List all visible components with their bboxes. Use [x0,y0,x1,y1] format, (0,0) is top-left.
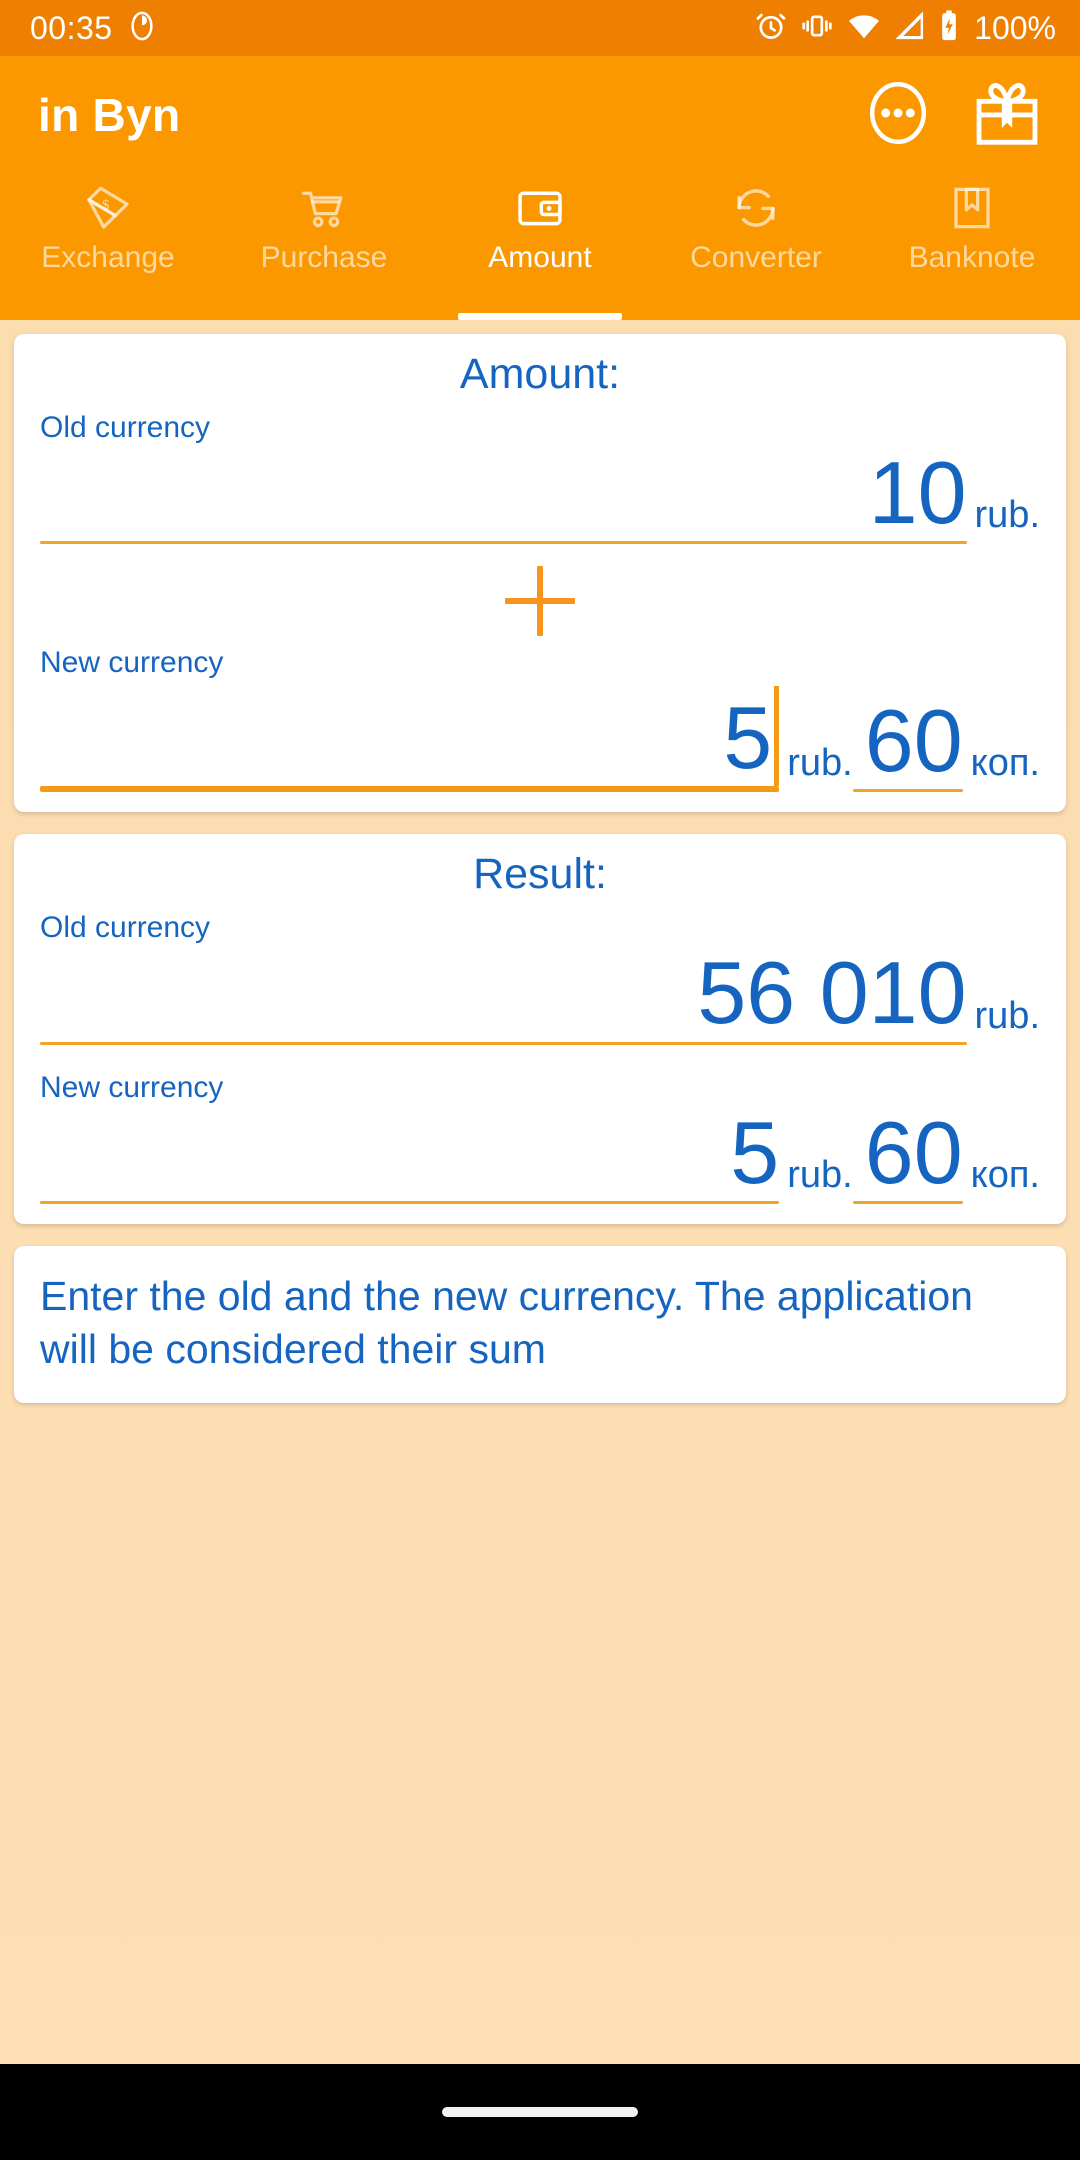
tab-converter[interactable]: Converter [648,174,864,320]
result-card-title: Result: [473,850,607,899]
tab-exchange[interactable]: $ Exchange [0,174,216,320]
tab-bar: $ Exchange Purchase Amount Converter Ban… [0,174,1080,320]
page-title: in Byn [38,89,181,141]
amount-old-currency-label: Old currency [40,411,211,444]
status-bar-left: 00:35 [30,10,157,47]
result-new-rub-field: 5 [40,1102,780,1202]
amount-new-kop-value: 60 [864,691,963,790]
amount-old-input-wrap[interactable]: 10 [40,443,967,545]
tab-label: Converter [690,241,822,274]
amount-new-rub-wrap[interactable]: 5 [40,686,780,793]
main-content: Amount: Old currency 10 rub. New currenc… [0,320,1080,2064]
amount-card: Amount: Old currency 10 rub. New currenc… [14,334,1066,813]
amount-new-currency-row: 5 rub. 60 коп. [40,686,1040,793]
result-old-currency-row: 56 010 rub. [40,943,1040,1045]
amount-card-title: Amount: [459,350,621,398]
amount-new-kop-input[interactable]: 60 [853,691,963,790]
amount-new-rub-unit: rub. [787,742,853,785]
signal-icon [894,10,926,47]
tab-amount[interactable]: Amount [432,174,648,320]
text-cursor [774,686,780,787]
result-new-rub-value: 5 [730,1102,780,1202]
status-bar-right: 100% [754,8,1056,49]
result-new-currency-label: New currency [40,1070,224,1104]
amount-new-kop-wrap[interactable]: 60 [852,691,963,793]
svg-text:$: $ [102,196,110,213]
battery-percent: 100% [974,9,1056,46]
result-new-kop-unit: коп. [970,1154,1040,1197]
hint-card: Enter the old and the new currency. The … [14,1246,1066,1404]
alarm-icon [754,9,788,48]
app-bar-top: in Byn [0,56,1080,174]
result-card: Result: Old currency 56 010 rub. New cur… [14,834,1066,1225]
amount-operator-row [40,544,1040,646]
result-new-currency-row: 5 rub. 60 коп. [40,1102,1040,1205]
bookmark-icon [946,182,998,234]
result-old-unit: rub. [974,994,1040,1037]
amount-new-rub-input[interactable]: 5 [40,686,780,787]
result-new-rub-unit: rub. [787,1154,853,1197]
result-old-underline [40,1041,967,1045]
result-old-value-field: 56 010 [40,943,967,1043]
home-indicator[interactable] [442,2107,638,2117]
tab-label: Banknote [908,241,1036,274]
amount-old-currency-row: 10 rub. [40,443,1040,545]
battery-icon [938,9,960,48]
result-new-rub-underline [40,1201,780,1205]
result-old-currency-label: Old currency [40,911,211,945]
amount-old-value: 10 [868,443,967,542]
amount-old-underline [40,541,967,545]
result-new-kop-wrap: 60 [852,1102,963,1205]
amount-new-rub-value: 5 [723,688,773,787]
shopping-cart-icon [298,182,350,234]
status-bar-clock: 00:35 [30,9,113,46]
banknote-icon: $ [82,182,134,234]
phone-screen: 00:35 100% in Byn $ Exchange Purchase Am… [0,0,1080,2160]
tab-active-indicator [457,313,623,320]
result-old-wrap: 56 010 [40,943,967,1045]
wallet-icon [514,182,566,234]
tab-purchase[interactable]: Purchase [216,174,432,320]
gift-icon[interactable] [968,74,1046,157]
overflow-menu-icon[interactable] [862,77,934,154]
amount-new-rub-underline [40,786,780,793]
amount-new-kop-unit: коп. [970,742,1040,785]
tab-label: Amount [488,241,592,274]
tab-label: Exchange [41,241,175,274]
refresh-icon [730,182,782,234]
result-new-kop-field: 60 [853,1102,963,1202]
tab-label: Purchase [260,241,388,274]
app-bar: in Byn $ Exchange Purchase Amount Conver… [0,56,1080,320]
app-notification-icon [127,11,157,46]
wifi-icon [846,8,882,49]
amount-new-currency-label: New currency [40,646,224,680]
app-bar-actions [862,74,1054,157]
tab-banknote[interactable]: Banknote [864,174,1080,320]
plus-icon [505,566,575,637]
hint-text: Enter the old and the new currency. The … [40,1273,973,1372]
result-old-value: 56 010 [697,943,967,1043]
status-bar: 00:35 100% [0,0,1080,56]
amount-old-input[interactable]: 10 [40,443,967,542]
amount-old-unit: rub. [974,494,1040,537]
result-new-kop-value: 60 [864,1102,963,1202]
vibrate-icon [800,9,834,48]
system-navigation-bar [0,2064,1080,2160]
result-new-rub-wrap: 5 [40,1102,780,1205]
